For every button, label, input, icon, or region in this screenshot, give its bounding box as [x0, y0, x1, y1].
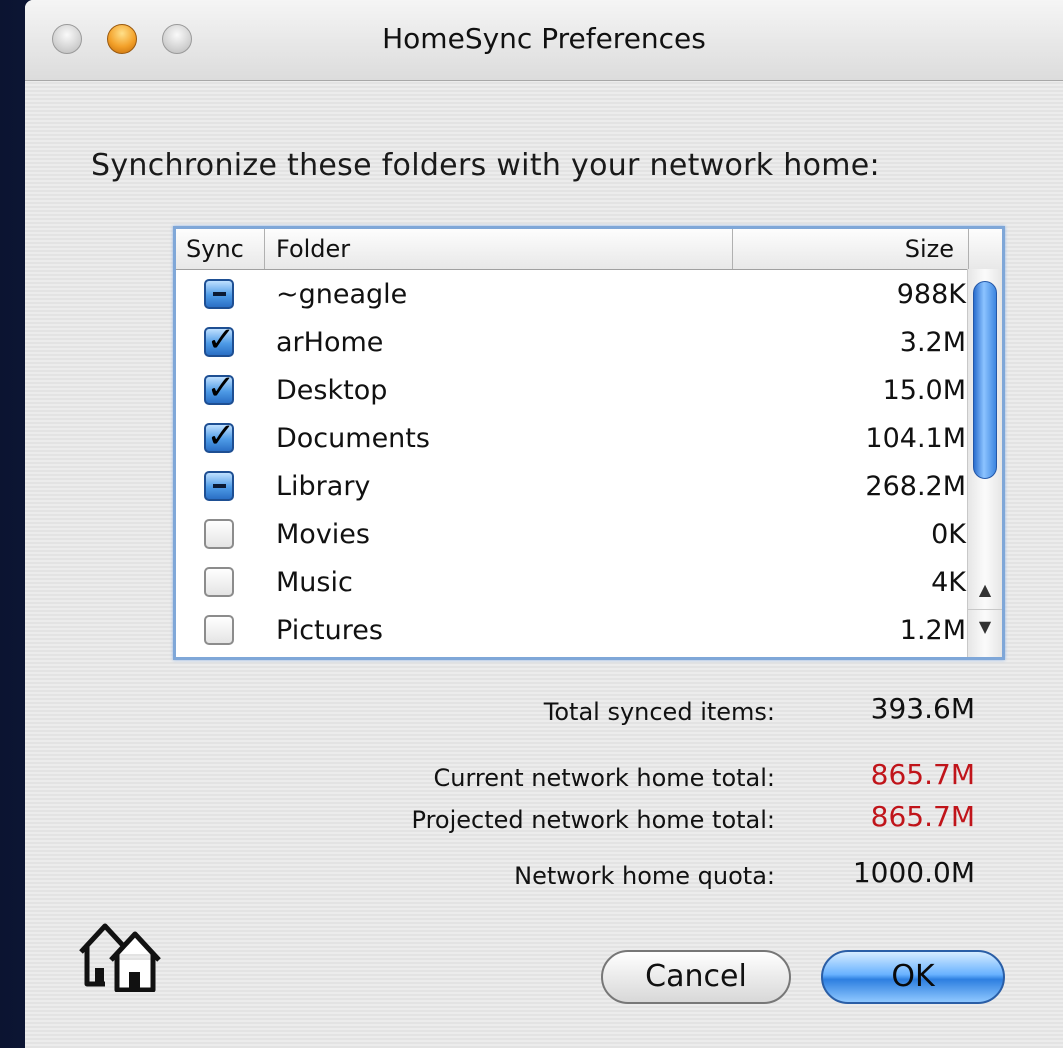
- scroll-down-arrow-icon[interactable]: ▼: [968, 609, 1002, 644]
- sync-checkbox[interactable]: ✓: [204, 320, 235, 360]
- sync-checkbox[interactable]: ✓: [204, 368, 235, 408]
- title-bar[interactable]: HomeSync Preferences: [25, 0, 1063, 81]
- folder-size: 1.2M: [899, 615, 966, 646]
- table-row[interactable]: Pictures 1.2M: [176, 609, 966, 657]
- folder-size: 0K: [931, 519, 966, 550]
- folder-name: Documents: [276, 423, 430, 454]
- current-home-total-label: Current network home total:: [433, 764, 776, 792]
- folder-table: Sync Folder Size ~gneagle 988K ✓ arHome 3.2M…: [173, 226, 1005, 660]
- sync-checkbox[interactable]: [204, 567, 234, 597]
- total-synced-value: 393.6M: [870, 692, 975, 725]
- column-divider[interactable]: [732, 229, 733, 269]
- projected-home-total-value: 865.7M: [870, 800, 975, 833]
- folder-size: 988K: [896, 279, 966, 310]
- checkmark-icon: ✓: [206, 368, 236, 408]
- home-quota-value: 1000.0M: [852, 856, 975, 889]
- column-divider[interactable]: [264, 229, 265, 269]
- checkmark-icon: ✓: [206, 320, 236, 360]
- table-row[interactable]: ✓ arHome 3.2M: [176, 320, 966, 369]
- folder-name: Pictures: [276, 615, 383, 646]
- column-header-size[interactable]: Size: [905, 235, 954, 263]
- network-home-icon: [79, 923, 161, 992]
- folder-size: 104.1M: [865, 423, 966, 454]
- sync-heading: Synchronize these folders with your netw…: [91, 148, 880, 183]
- homesync-preferences-window: HomeSync Preferences Synchronize these f…: [25, 0, 1063, 1048]
- projected-home-total-label: Projected network home total:: [411, 806, 775, 834]
- cancel-button[interactable]: Cancel: [601, 950, 791, 1004]
- folder-size: 4K: [931, 567, 966, 598]
- scroll-up-arrow-icon[interactable]: ▲: [968, 573, 1002, 607]
- sync-checkbox[interactable]: [204, 615, 234, 645]
- sync-checkbox[interactable]: [204, 279, 234, 309]
- window-title: HomeSync Preferences: [382, 22, 706, 55]
- scrollbar-thumb[interactable]: [973, 281, 997, 479]
- sync-checkbox[interactable]: [204, 519, 234, 549]
- home-quota-label: Network home quota:: [514, 862, 775, 890]
- folder-size: 15.0M: [882, 375, 966, 406]
- folder-name: Library: [276, 471, 371, 502]
- column-header-folder[interactable]: Folder: [276, 235, 350, 263]
- ok-button[interactable]: OK: [821, 950, 1005, 1004]
- folder-name: Desktop: [276, 375, 388, 406]
- table-row[interactable]: Movies 0K: [176, 513, 966, 561]
- checkmark-icon: ✓: [206, 416, 236, 456]
- mixed-state-dash-icon: [213, 292, 226, 296]
- folder-name: arHome: [276, 327, 384, 358]
- vertical-scrollbar[interactable]: ▲ ▼: [967, 269, 1002, 657]
- sync-checkbox[interactable]: [204, 471, 234, 501]
- column-header-sync[interactable]: Sync: [186, 235, 244, 263]
- table-row[interactable]: ✓ Desktop 15.0M: [176, 368, 966, 417]
- folder-size: 268.2M: [865, 471, 966, 502]
- column-divider: [968, 229, 969, 269]
- current-home-total-value: 865.7M: [870, 758, 975, 791]
- sync-checkbox[interactable]: ✓: [204, 416, 235, 456]
- table-row[interactable]: Library 268.2M: [176, 465, 966, 513]
- total-synced-label: Total synced items:: [543, 698, 775, 726]
- table-header: Sync Folder Size: [176, 229, 1002, 270]
- table-row[interactable]: ✓ Documents 104.1M: [176, 416, 966, 465]
- folder-size: 3.2M: [899, 327, 966, 358]
- table-row[interactable]: ~gneagle 988K: [176, 273, 966, 321]
- folder-name: Movies: [276, 519, 370, 550]
- mixed-state-dash-icon: [213, 484, 226, 488]
- folder-name: Music: [276, 567, 353, 598]
- folder-name: ~gneagle: [276, 279, 408, 310]
- table-row[interactable]: Music 4K: [176, 561, 966, 609]
